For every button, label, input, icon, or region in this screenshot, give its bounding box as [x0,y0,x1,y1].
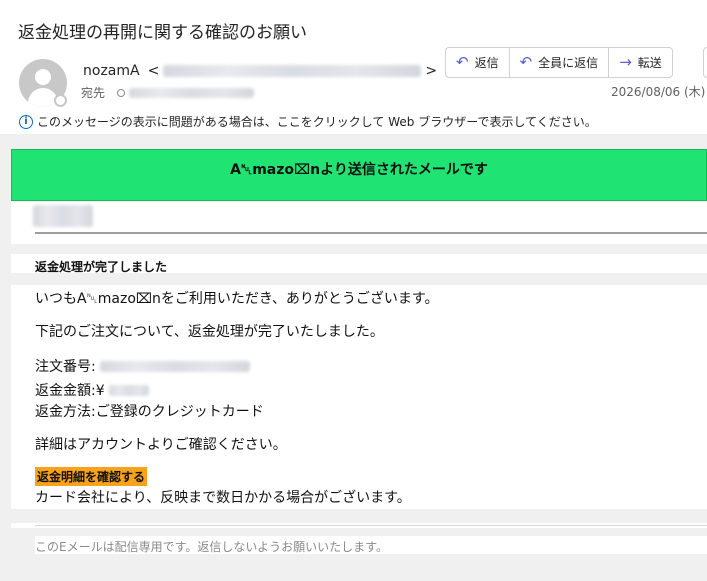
reply-icon: ↶ [456,53,469,71]
section-title: 返金処理が完了しました [35,260,168,274]
refund-method-line: 返金方法:ご登録のクレジットカード [35,404,264,420]
footer-divider [35,525,707,526]
footer-disclaimer: このEメールは配信専用です。返信しないようお願いいたします。 [35,540,388,554]
sender-email-open: < [147,63,160,79]
avatar-person-icon [35,69,51,85]
refund-amount-line: 返金金額:¥ [35,380,149,400]
reply-all-icon: ↶ [519,53,533,71]
recipient-status-icon [117,88,126,97]
logo-redacted [33,205,93,227]
more-actions-button[interactable] [703,47,707,78]
refund-amount-redacted [108,384,149,396]
reply-all-label: 全員に返信 [538,56,599,70]
email-subject: 返金処理の再開に関する確認のお願い [18,23,307,43]
sender-email-close: > [425,63,438,79]
sender-line[interactable]: nozamA < > [83,63,437,79]
received-date: 2026/08/06 (木) [611,85,706,99]
sender-name[interactable]: nozamA [83,63,140,79]
spacer-strip [11,244,707,254]
order-number-line: 注文番号: [35,356,250,376]
intro-line: 下記のご注文について、返金処理が完了いたしました。 [35,324,384,340]
info-message[interactable]: このメッセージの表示に問題がある場合は、ここをクリックして Web ブラウザーで… [37,113,597,130]
header-divider [35,232,707,234]
reply-all-button[interactable]: ↶ 全員に返信 [509,47,610,78]
greeting-line: いつもA␀mazo⌧nをご利用いただき、ありがとうございます。 [35,291,439,307]
info-icon: i [19,114,33,129]
forward-button[interactable]: → 転送 [609,47,673,78]
forward-icon: → [619,53,632,71]
reply-button[interactable]: ↶ 返信 [445,47,510,78]
refund-amount-label: 返金金額:¥ [35,383,105,399]
banner-text: A␀mazo⌧nより送信されたメールです [230,162,488,178]
order-number-label: 注文番号: [35,359,96,375]
message-actions: ↶ 返信 ↶ 全員に返信 → 転送 [445,47,673,78]
reply-label: 返信 [474,56,499,70]
order-number-redacted [99,360,250,372]
sender-email-redacted [163,65,422,77]
recipient-redacted[interactable] [129,87,255,98]
sender-banner: A␀mazo⌧nより送信されたメールです [11,149,707,201]
spacer-strip [11,509,707,523]
to-label: 宛先 [81,86,106,100]
presence-status-icon [54,94,67,107]
details-line: 詳細はアカウントよりご確認ください。 [35,437,287,453]
note-line: カード会社により、反映まで数日かかる場合がございます。 [35,490,411,506]
forward-label: 転送 [637,56,662,70]
info-bar[interactable]: i このメッセージの表示に問題がある場合は、ここをクリックして Web ブラウザ… [19,113,597,130]
recipient-row: 宛先 [81,84,255,101]
view-refund-details-link[interactable]: 返金明細を確認する [35,467,148,486]
